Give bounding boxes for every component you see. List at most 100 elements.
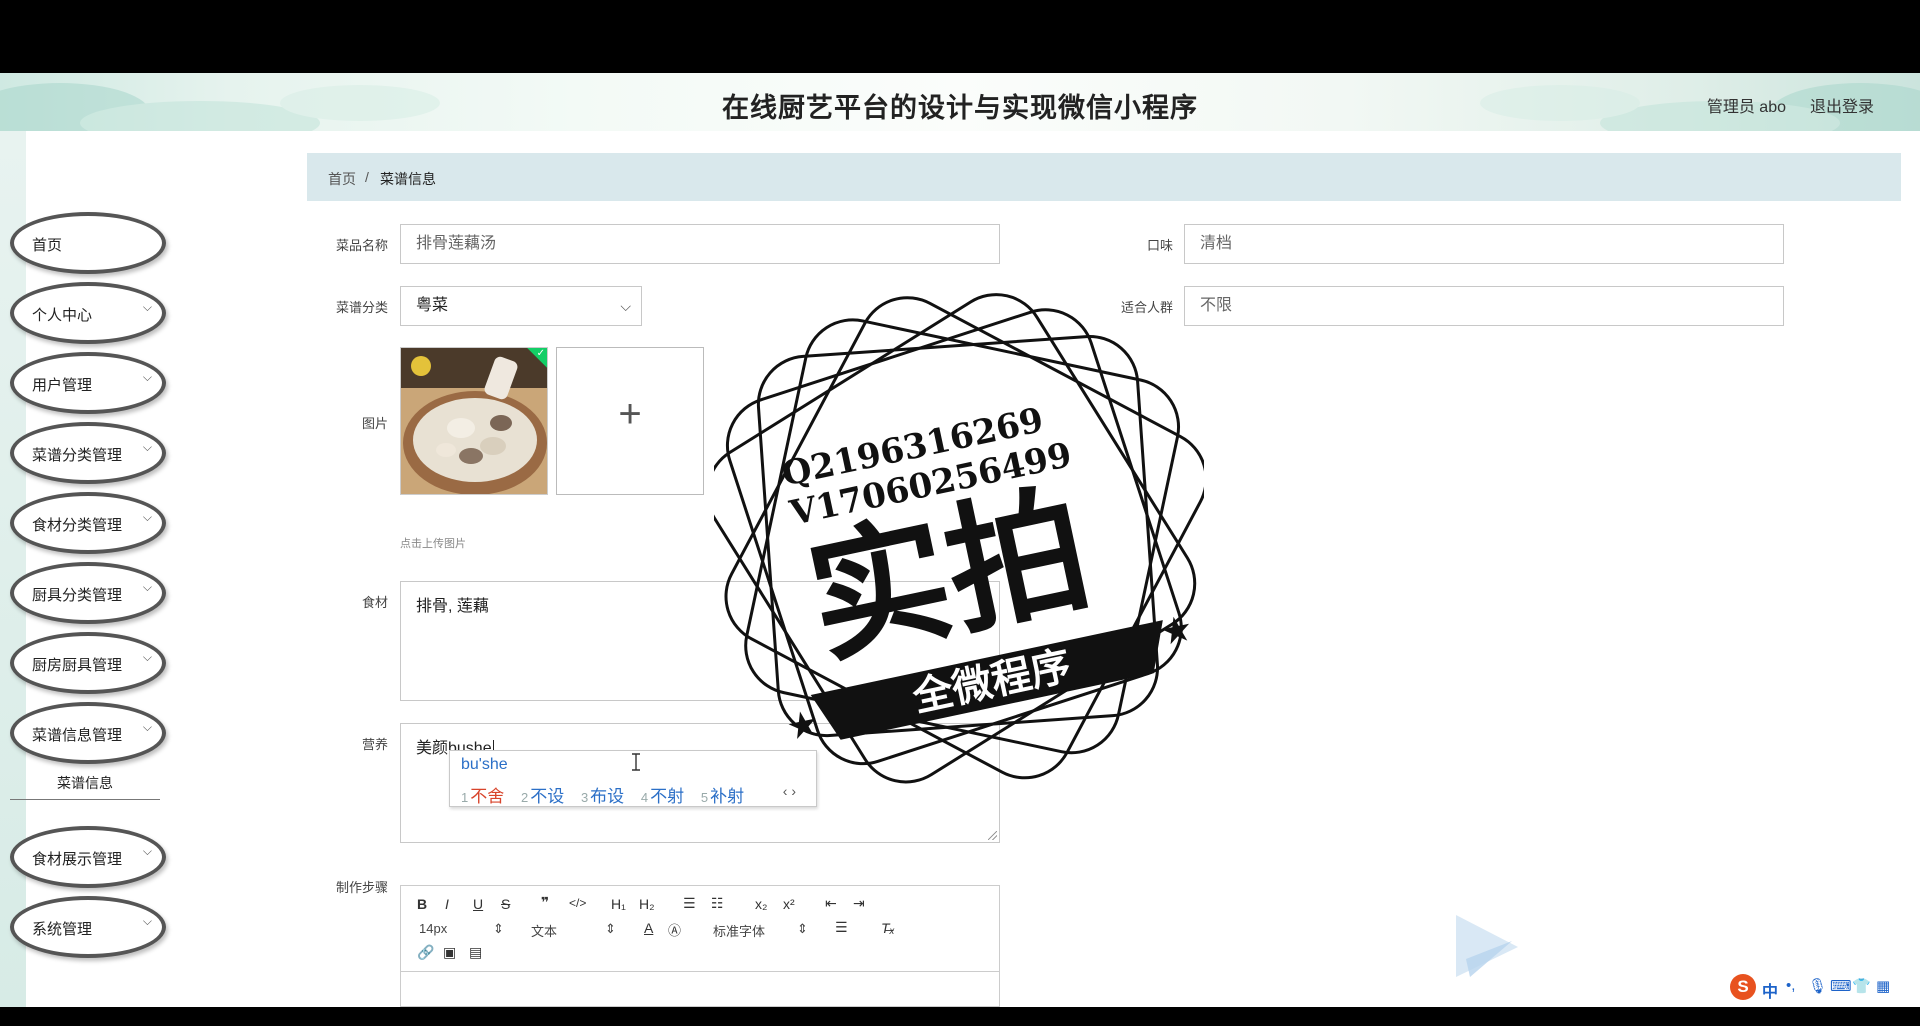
chevron-down-icon: ⌵ [142,650,152,664]
image-upload-button[interactable]: + [556,347,704,495]
app-title: 在线厨艺平台的设计与实现微信小程序 [722,93,1198,123]
ime-candidate[interactable]: 3 布设 [581,787,624,806]
ime-composition: bu'she [461,756,508,773]
breadcrumb: 首页 / 菜谱信息 [307,153,1901,201]
chevron-down-icon: ⌵ [620,298,631,314]
sidebar-item-cookware-category[interactable]: 厨具分类管理 ⌵ [10,562,166,624]
sidebar-item-ingredient-category[interactable]: 食材分类管理 ⌵ [10,492,166,554]
toolbox-icon[interactable]: ▦ [1876,977,1890,995]
chevron-down-icon: ⌵ [142,370,152,384]
subscript-icon[interactable]: x₂ [755,896,767,912]
dish-name-input[interactable]: 排骨莲藕汤 [400,224,1000,264]
chevron-down-icon: ⌵ [142,844,152,858]
align-icon[interactable]: ☰ [835,919,848,936]
app-viewport: 在线厨艺平台的设计与实现微信小程序 管理员 abo 退出登录 首页 个人中心 ⌵… [0,73,1920,1007]
sidebar-item-label: 菜谱分类管理 [32,447,123,464]
sidebar-item-label: 个人中心 [32,307,93,324]
text-cursor-icon [632,753,640,771]
category-select[interactable]: 粤菜 ⌵ [400,286,642,326]
ordered-list-icon[interactable]: ☰ [683,895,696,912]
ime-candidate[interactable]: 1 不舍 [461,787,504,806]
breadcrumb-home[interactable]: 首页 [328,169,356,189]
sidebar-item-recipe-category[interactable]: 菜谱分类管理 ⌵ [10,422,166,484]
ime-mode-indicator[interactable]: 中 [1762,978,1778,1002]
sidebar-item-home[interactable]: 首页 [10,212,166,274]
strike-icon[interactable]: S [501,896,510,912]
upload-hint: 点击上传图片 [400,538,466,550]
chevron-up-icon: ⌵ [142,720,152,734]
sidebar-item-user-management[interactable]: 用户管理 ⌵ [10,352,166,414]
bullet-list-icon[interactable]: ☷ [711,895,724,912]
chevron-updown-icon: ⇕ [493,921,504,936]
audience-input[interactable]: 不限 [1184,286,1784,326]
heading2-icon[interactable]: H₂ [639,896,655,912]
resize-handle[interactable] [988,831,997,840]
sogou-logo-icon[interactable]: S [1730,974,1756,1000]
dish-photo [401,348,547,494]
sidebar-item-system[interactable]: 系统管理 ⌵ [10,896,166,958]
sidebar-item-label: 首页 [32,237,63,254]
ingredients-label: 食材 [361,595,388,610]
left-decor-strip [0,131,26,1007]
star-icon: ★ [783,701,823,748]
dish-image-thumbnail[interactable]: ✓ [400,347,548,495]
nutrition-label: 营养 [361,737,388,752]
taste-input[interactable]: 清档 [1184,224,1784,264]
dish-name-label: 菜品名称 [335,238,388,253]
ingredients-value: 排骨, 莲藕 [416,598,489,615]
plus-icon: + [618,392,642,436]
sidebar-item-label: 食材分类管理 [32,517,123,534]
sidebar-item-personal-center[interactable]: 个人中心 ⌵ [10,282,166,344]
indent-icon[interactable]: ⇥ [853,895,865,912]
clear-format-icon[interactable]: T̶ₓ [881,920,895,936]
sidebar-item-label: 厨具分类管理 [32,587,123,604]
ime-candidate[interactable]: 2 不设 [521,787,564,806]
logout-link[interactable]: 退出登录 [1810,93,1874,117]
sidebar-item-recipe-info[interactable]: 菜谱信息管理 ⌵ [10,702,166,764]
breadcrumb-separator: / [365,169,369,185]
italic-icon[interactable]: I [445,896,449,912]
chevron-down-icon: ⌵ [142,580,152,594]
toolbar-divider [401,971,999,972]
chevron-down-icon: ⌵ [142,510,152,524]
sidebar-item-ingredient-display[interactable]: 食材展示管理 ⌵ [10,826,166,888]
blockquote-icon[interactable]: ❞ [541,894,549,911]
sidebar-item-kitchenware[interactable]: 厨房厨具管理 ⌵ [10,632,166,694]
video-icon[interactable]: ▤ [469,944,482,961]
admin-user-label: 管理员 abo [1706,99,1786,116]
chevron-down-icon: ⌵ [142,300,152,314]
outdent-icon[interactable]: ⇤ [825,895,837,912]
chevron-updown-icon: ⇕ [797,921,808,936]
steps-label: 制作步骤 [335,880,388,895]
skin-icon[interactable]: 👕 [1852,977,1871,995]
format-select[interactable]: 文本 [531,921,557,940]
image-icon[interactable]: ▣ [443,944,456,961]
sidebar-item-label: 食材展示管理 [32,851,123,868]
heading1-icon[interactable]: H₁ [611,896,626,912]
superscript-icon[interactable]: x² [783,896,795,912]
taste-label: 口味 [1146,238,1173,253]
link-icon[interactable]: 🔗 [417,944,434,961]
sidebar-item-label: 菜谱信息管理 [32,727,123,744]
background-color-icon[interactable]: Ⓐ [668,920,681,939]
bold-icon[interactable]: B [417,896,427,912]
ime-candidate[interactable]: 4 不射 [641,787,684,806]
check-icon: ✓ [536,348,545,359]
top-header: 在线厨艺平台的设计与实现微信小程序 管理员 abo 退出登录 [0,73,1920,131]
microphone-icon[interactable]: 🎙 [1808,977,1827,995]
font-size-select[interactable]: 14px [419,921,447,936]
code-icon[interactable]: </> [569,896,586,910]
sidebar-subitem-recipe-info[interactable]: 菜谱信息 [10,766,160,800]
watermark-stamp: Q2196316269 V17060256499 实拍 全微程序 ★ ★ [714,293,1204,784]
font-color-icon[interactable]: A [644,920,653,936]
underline-icon[interactable]: U [473,896,483,912]
sidebar-item-label: 用户管理 [32,377,93,394]
punctuation-icon[interactable]: •, [1786,977,1795,994]
chevron-updown-icon: ⇕ [605,921,616,936]
breadcrumb-current: 菜谱信息 [380,171,436,187]
chevron-down-icon: ⌵ [142,440,152,454]
keyboard-icon[interactable]: ⌨ [1830,977,1852,995]
category-select-value: 粤菜 [416,297,449,314]
font-family-select[interactable]: 标准字体 [713,921,765,940]
rich-text-editor[interactable]: B I U S ❞ </> H₁ H₂ ☰ ☷ x₂ x² ⇤ ⇥ 14px ⇕… [400,885,1000,1007]
